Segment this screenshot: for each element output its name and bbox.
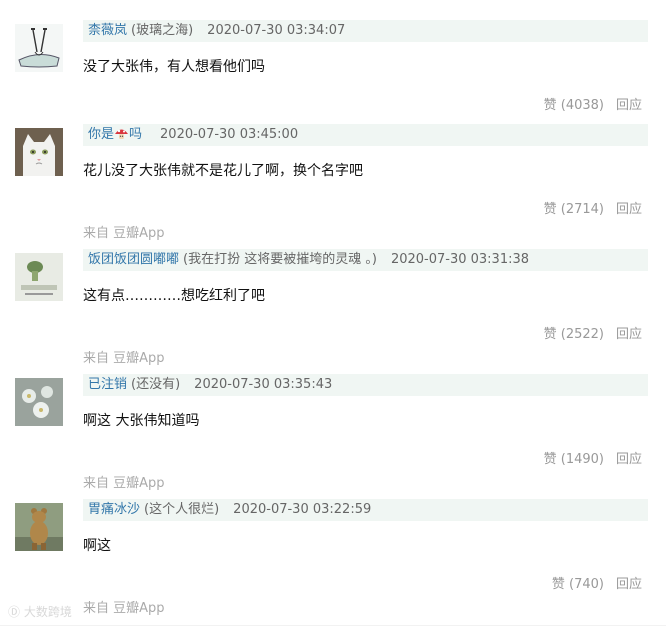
comment-item: 胃痛冰沙 (这个人很烂) 2020-07-30 03:22:59 啊这 赞 (740… <box>0 499 666 624</box>
flower-avatar-icon <box>15 378 63 426</box>
bear-avatar-icon <box>15 503 63 551</box>
reply-button[interactable]: 回应 <box>616 98 642 113</box>
comment-content: 没了大张伟，有人想看他们吗 <box>83 59 265 75</box>
avatar[interactable] <box>15 378 63 426</box>
comment-header: 胃痛冰沙 (这个人很烂) 2020-07-30 03:22:59 <box>83 499 648 521</box>
mushroom-icon <box>115 129 129 139</box>
avatar[interactable] <box>15 253 63 301</box>
avatar[interactable] <box>15 503 63 551</box>
author-name[interactable]: 你是吗 <box>88 127 142 142</box>
white-cat-avatar-icon <box>15 128 63 176</box>
comment-source: 来自 豆瓣App <box>83 476 165 491</box>
comment-content: 啊这 <box>83 538 111 554</box>
watermark-logo-icon: Ⓓ <box>8 605 21 619</box>
author-signature: (这个人很烂) <box>144 502 220 517</box>
comment-actions: 赞 (4038) 回应 <box>544 94 642 113</box>
like-button[interactable]: 赞 (4038) <box>544 98 604 113</box>
like-button[interactable]: 赞 (1490) <box>544 452 604 467</box>
reply-button[interactable]: 回应 <box>616 327 642 342</box>
comment-header: 饭团饭团圆嘟嘟 (我在打扮 这将要被摧垮的灵魂 。) 2020-07-30 03:3… <box>83 249 648 271</box>
author-name[interactable]: 饭团饭团圆嘟嘟 <box>88 252 179 267</box>
comment-source: 来自 豆瓣App <box>83 226 165 241</box>
comment-time: 2020-07-30 03:22:59 <box>233 502 372 517</box>
comment-actions: 赞 (740) 回应 <box>552 573 642 592</box>
comment-content: 这有点…………想吃红利了吧 <box>83 288 265 304</box>
comment-actions: 赞 (2522) 回应 <box>544 323 642 342</box>
comment-time: 2020-07-30 03:35:43 <box>194 377 333 392</box>
comment-actions: 赞 (2714) 回应 <box>544 198 642 217</box>
sketch-figure-avatar-icon <box>15 24 63 72</box>
watermark-text: 大数跨境 <box>23 605 72 619</box>
comment-time: 2020-07-30 03:31:38 <box>390 252 530 267</box>
comment-item: 已注销 (还没有) 2020-07-30 03:35:43 啊这 大张伟知道吗 赞 … <box>0 374 666 499</box>
avatar[interactable] <box>15 24 63 72</box>
reply-button[interactable]: 回应 <box>616 452 642 467</box>
comment-item: 饭团饭团圆嘟嘟 (我在打扮 这将要被摧垮的灵魂 。) 2020-07-30 03:3… <box>0 249 666 374</box>
comment-source: 来自 豆瓣App <box>83 601 165 616</box>
cartoon-avatar-icon <box>15 253 63 301</box>
author-signature: (还没有) <box>131 377 181 392</box>
comment-source: 来自 豆瓣App <box>83 351 165 366</box>
author-name[interactable]: 柰薇岚 <box>88 23 127 38</box>
author-name[interactable]: 已注销 <box>88 377 127 392</box>
author-name[interactable]: 胃痛冰沙 <box>88 502 140 517</box>
comment-header: 柰薇岚 (玻璃之海) 2020-07-30 03:34:07 <box>83 20 648 42</box>
comment-content: 啊这 大张伟知道吗 <box>83 413 200 429</box>
comment-header: 你是吗 2020-07-30 03:45:00 <box>83 124 648 146</box>
reply-button[interactable]: 回应 <box>616 202 642 217</box>
author-signature: (我在打扮 这将要被摧垮的灵魂 。) <box>183 252 377 267</box>
like-button[interactable]: 赞 (2522) <box>544 327 604 342</box>
comment-actions: 赞 (1490) 回应 <box>544 448 642 467</box>
author-signature: (玻璃之海) <box>131 23 194 38</box>
comment-time: 2020-07-30 03:34:07 <box>207 23 346 38</box>
like-button[interactable]: 赞 (740) <box>552 577 604 592</box>
comment-time: 2020-07-30 03:45:00 <box>160 127 299 142</box>
watermark: Ⓓ 大数跨境 <box>8 603 72 620</box>
like-button[interactable]: 赞 (2714) <box>544 202 604 217</box>
comment-content: 花儿没了大张伟就不是花儿了啊，换个名字吧 <box>83 163 363 179</box>
comment-item: 你是吗 2020-07-30 03:45:00 花儿没了大张伟就不是花儿了啊，换个… <box>0 124 666 249</box>
avatar[interactable] <box>15 128 63 176</box>
reply-button[interactable]: 回应 <box>616 577 642 592</box>
comment-header: 已注销 (还没有) 2020-07-30 03:35:43 <box>83 374 648 396</box>
